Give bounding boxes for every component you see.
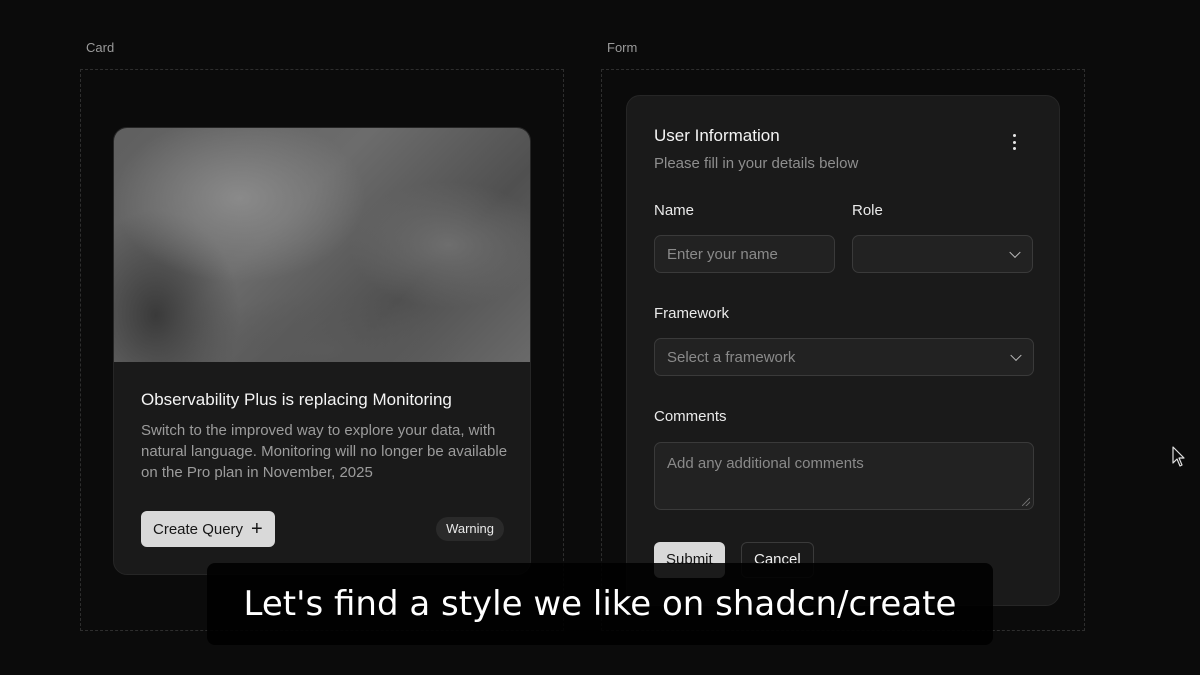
canvas: Card Form Observability Plus is replacin… <box>0 0 1200 675</box>
name-input[interactable]: Enter your name <box>654 235 835 273</box>
kebab-icon[interactable] <box>1007 134 1021 150</box>
role-select[interactable] <box>852 235 1033 273</box>
form-title: User Information <box>654 126 780 145</box>
form-section-label: Form <box>607 40 638 55</box>
comments-label: Comments <box>654 408 727 425</box>
plus-icon: + <box>251 518 263 540</box>
create-query-label: Create Query <box>153 520 244 538</box>
video-caption: Let's find a style we like on shadcn/cre… <box>207 563 993 645</box>
name-label: Name <box>654 202 695 219</box>
framework-placeholder: Select a framework <box>667 348 796 366</box>
framework-select[interactable]: Select a framework <box>654 338 1034 376</box>
name-placeholder: Enter your name <box>667 245 778 263</box>
warning-badge: Warning <box>436 517 504 541</box>
form-description: Please fill in your details below <box>654 155 859 172</box>
card-section-label: Card <box>86 40 115 55</box>
comments-placeholder: Add any additional comments <box>667 455 864 472</box>
user-information-form: User Information Please fill in your det… <box>626 95 1060 606</box>
role-label: Role <box>852 202 883 219</box>
resize-handle-icon[interactable] <box>1022 498 1030 506</box>
card-title: Observability Plus is replacing Monitori… <box>141 390 452 409</box>
comments-textarea[interactable]: Add any additional comments <box>654 442 1034 510</box>
card-image <box>114 128 530 362</box>
chevron-down-icon <box>1009 246 1021 259</box>
create-query-button[interactable]: Create Query + <box>141 511 275 547</box>
chevron-down-icon <box>1010 349 1022 362</box>
mouse-cursor-icon <box>1172 446 1185 467</box>
card-description: Switch to the improved way to explore yo… <box>141 422 508 481</box>
framework-label: Framework <box>654 305 730 322</box>
announcement-card: Observability Plus is replacing Monitori… <box>113 127 531 575</box>
